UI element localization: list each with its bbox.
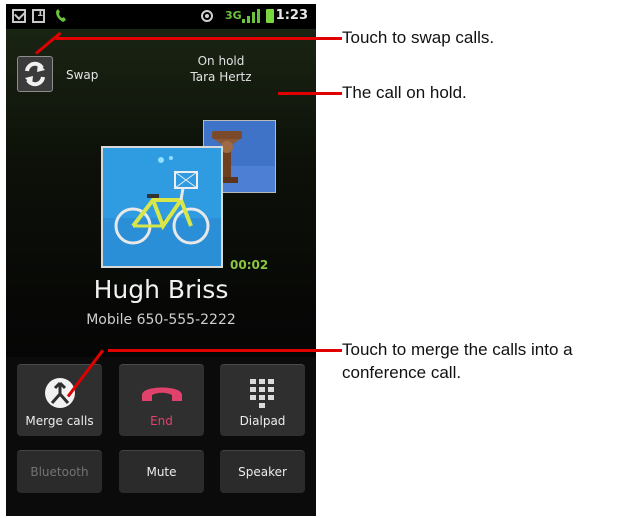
hold-callout-text: The call on hold. <box>342 83 467 102</box>
gps-icon <box>201 10 213 22</box>
end-call-label: End <box>150 414 173 428</box>
merge-calls-label: Merge calls <box>25 414 94 428</box>
phone-screen: 3G 1:23 Swap On hold Tara Hertz <box>6 4 316 516</box>
merge-callout-text-2: conference call. <box>342 363 462 382</box>
dialpad-button[interactable]: Dialpad <box>220 364 305 436</box>
caller-number: Mobile 650-555-2222 <box>86 312 236 328</box>
phone-icon <box>56 9 66 22</box>
calendar-icon <box>32 9 45 23</box>
gmail-icon <box>12 9 26 23</box>
swap-callout-line <box>56 37 342 40</box>
signal-icon <box>242 9 260 23</box>
hold-caller-name: Tara Hertz <box>190 70 252 84</box>
data-icon: 3G <box>225 9 242 22</box>
swap-label: Swap <box>66 68 99 82</box>
swap-button[interactable] <box>17 56 53 92</box>
caller-name: Hugh Briss <box>93 275 229 304</box>
merge-callout-text: Touch to merge the calls into a <box>342 340 573 359</box>
call-timer: 00:02 <box>230 258 269 272</box>
dialpad-icon <box>249 379 274 408</box>
hold-callout-line <box>278 92 342 95</box>
end-call-button[interactable]: End <box>119 364 204 436</box>
merge-calls-button[interactable]: Merge calls <box>17 364 102 436</box>
status-time: 1:23 <box>275 8 308 23</box>
swap-callout-text: Touch to swap calls. <box>342 28 495 47</box>
mute-button[interactable]: Mute <box>119 450 204 493</box>
bluetooth-button[interactable]: Bluetooth <box>17 450 102 493</box>
call-area: Swap On hold Tara Hertz 00:02 Hugh Briss… <box>6 29 316 357</box>
dialpad-label: Dialpad <box>239 414 286 428</box>
swap-icon <box>25 61 45 87</box>
hold-status: On hold <box>197 54 245 68</box>
speaker-button[interactable]: Speaker <box>220 450 305 493</box>
merge-callout-line <box>108 349 342 352</box>
battery-icon <box>266 9 274 23</box>
caller-photo <box>101 146 223 268</box>
status-bar: 3G 1:23 <box>6 4 316 29</box>
end-call-icon <box>141 387 182 401</box>
